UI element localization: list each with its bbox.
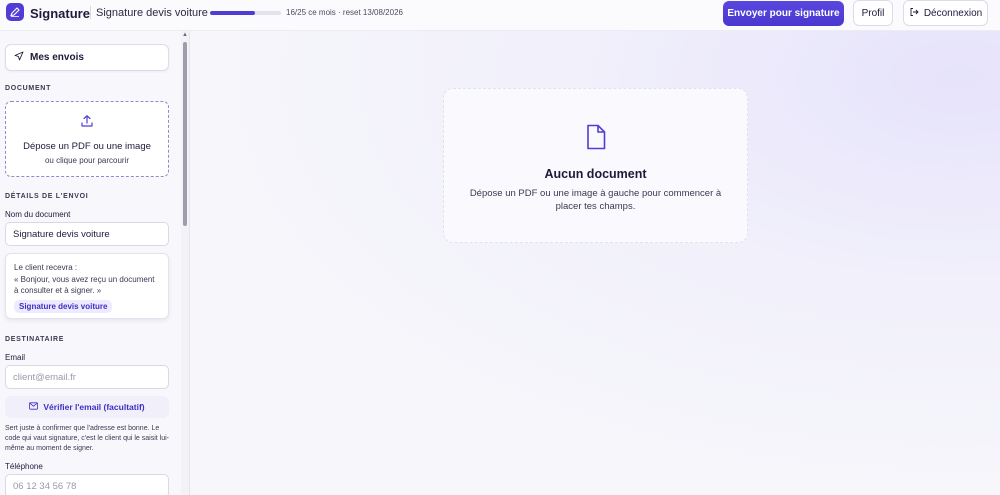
empty-state-card: Aucun document Dépose un PDF ou une imag… — [443, 88, 748, 243]
dropzone-title: Dépose un PDF ou une image — [23, 140, 151, 152]
preview-intro: Le client recevra : — [14, 263, 78, 272]
document-section-label: DOCUMENT — [5, 85, 52, 92]
recipient-section-label: DESTINATAIRE — [5, 336, 65, 343]
details-section-label: DÉTAILS DE L'ENVOI — [5, 193, 89, 200]
mail-icon — [29, 402, 39, 412]
quota-progress-bar — [210, 11, 281, 15]
brand-name: Signature — [30, 6, 90, 21]
preview-message: « Bonjour, vous avez reçu un document à … — [14, 274, 155, 296]
verify-email-label: Vérifier l'email (facultatif) — [43, 402, 145, 412]
logout-button[interactable]: Déconnexion — [903, 0, 988, 26]
mes-envois-button[interactable]: Mes envois — [5, 44, 169, 71]
scroll-up-arrow-icon[interactable]: ▲ — [182, 32, 188, 38]
doc-name-label: Nom du document — [5, 210, 71, 219]
upload-icon — [80, 114, 94, 133]
verify-help-text: Sert juste à confirmer que l'adresse est… — [5, 425, 169, 452]
verify-email-button[interactable]: Vérifier l'email (facultatif) — [5, 396, 169, 418]
quota-text: 16/25 ce mois · reset 13/08/2026 — [286, 8, 403, 17]
client-message-preview: Le client recevra : « Bonjour, vous avez… — [5, 253, 169, 319]
scrollbar-thumb[interactable] — [183, 42, 187, 226]
send-for-signature-button[interactable]: Envoyer pour signature — [723, 1, 844, 26]
empty-state-title: Aucun document — [544, 167, 647, 181]
document-name-input[interactable] — [5, 222, 169, 246]
logout-label: Déconnexion — [923, 7, 983, 19]
mes-envois-label: Mes envois — [30, 52, 84, 63]
profile-button[interactable]: Profil — [853, 0, 893, 26]
email-field[interactable] — [5, 365, 169, 389]
phone-label: Téléphone — [5, 462, 43, 471]
send-icon — [14, 51, 24, 64]
phone-field[interactable] — [5, 474, 169, 495]
top-bar: Signature Signature devis voiture 16/25 … — [0, 0, 1000, 31]
signature-pen-icon — [6, 3, 24, 21]
email-label: Email — [5, 353, 26, 362]
quota-progress-fill — [210, 11, 256, 15]
empty-state-text: Dépose un PDF ou une image à gauche pour… — [469, 188, 722, 212]
file-icon — [585, 124, 607, 155]
document-dropzone[interactable]: Dépose un PDF ou une image ou clique pou… — [5, 101, 169, 177]
header-divider — [90, 6, 91, 19]
preview-document-pill: Signature devis voiture — [14, 299, 113, 313]
dropzone-subtitle: ou clique pour parcourir — [44, 155, 130, 165]
profile-label: Profil — [861, 7, 885, 19]
logout-icon — [909, 7, 919, 20]
document-title: Signature devis voiture — [96, 7, 208, 19]
